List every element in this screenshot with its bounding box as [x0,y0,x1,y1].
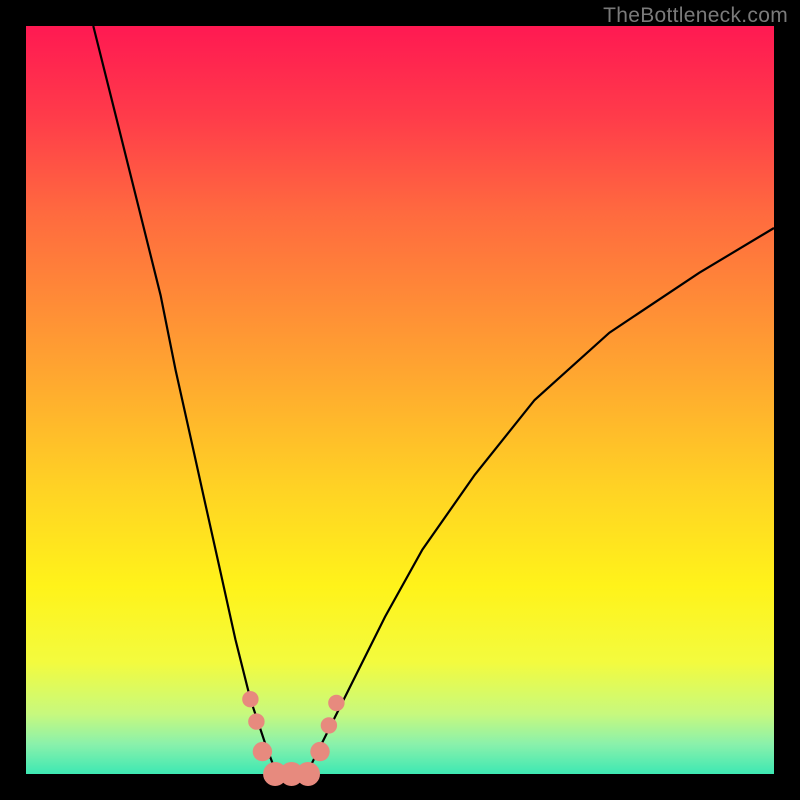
marker-group [242,691,344,786]
marker-dot [310,742,329,761]
marker-dot [328,695,344,711]
left-curve [93,26,276,774]
right-curve [307,228,775,774]
marker-dot [242,691,258,707]
marker-dot [248,713,264,729]
watermark-text: TheBottleneck.com [603,4,788,28]
chart-svg [26,26,774,774]
marker-dot [296,762,320,786]
chart-frame [26,26,774,774]
marker-dot [321,717,337,733]
marker-dot [253,742,272,761]
